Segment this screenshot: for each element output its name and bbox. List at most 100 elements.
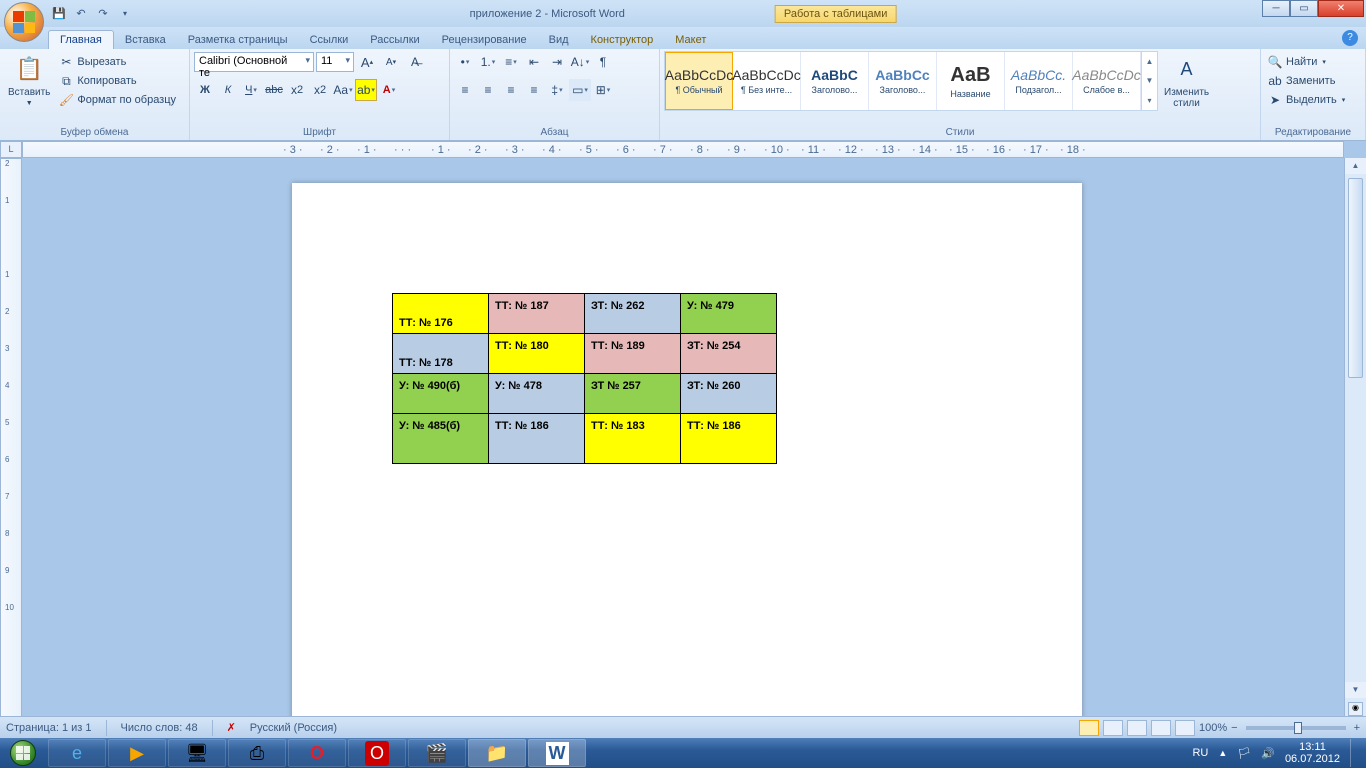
find-button[interactable]: 🔍Найти▾ — [1265, 53, 1347, 71]
zoom-level[interactable]: 100% — [1199, 722, 1227, 734]
table-cell[interactable]: ЗТ: № 260 — [681, 374, 777, 414]
copy-button[interactable]: ⧉Копировать — [56, 72, 178, 90]
table-cell[interactable]: ЗТ: № 262 — [585, 294, 681, 334]
taskbar-hp[interactable]: ⎙ — [228, 739, 286, 767]
view-web[interactable] — [1127, 720, 1147, 736]
view-draft[interactable] — [1175, 720, 1195, 736]
select-button[interactable]: ➤Выделить▾ — [1265, 91, 1347, 109]
zoom-knob[interactable] — [1294, 722, 1302, 734]
line-spacing-button[interactable]: ‡ — [546, 79, 568, 101]
taskbar-ie[interactable]: e — [48, 739, 106, 767]
undo-icon[interactable]: ↶ — [72, 5, 90, 23]
help-button[interactable]: ? — [1342, 30, 1358, 46]
scroll-thumb[interactable] — [1348, 178, 1363, 378]
strike-button[interactable]: abc — [263, 79, 285, 101]
table-cell[interactable]: У: № 490(б) — [393, 374, 489, 414]
show-marks-button[interactable]: ¶ — [592, 51, 614, 73]
justify-button[interactable]: ≡ — [523, 79, 545, 101]
status-words[interactable]: Число слов: 48 — [121, 722, 198, 734]
status-page[interactable]: Страница: 1 из 1 — [6, 722, 92, 734]
save-icon[interactable]: 💾 — [50, 5, 68, 23]
change-styles-button[interactable]: A Изменить стили — [1160, 51, 1213, 111]
vertical-ruler[interactable]: 2112345678910 — [0, 158, 22, 746]
taskbar-opera[interactable]: O — [288, 739, 346, 767]
table-cell[interactable]: ТТ: № 178 — [393, 334, 489, 374]
outdent-button[interactable]: ⇤ — [523, 51, 545, 73]
tab-references[interactable]: Ссылки — [299, 31, 360, 49]
underline-button[interactable]: Ч — [240, 79, 262, 101]
italic-button[interactable]: К — [217, 79, 239, 101]
change-case-button[interactable]: Aa — [332, 79, 354, 101]
table-cell[interactable]: ТТ: № 186 — [681, 414, 777, 464]
numbering-button[interactable]: 1. — [477, 51, 499, 73]
document-area[interactable]: ТТ: № 176 ТТ: № 187 ЗТ: № 262 У: № 479 Т… — [22, 158, 1344, 746]
taskbar-app2[interactable]: 🎬 — [408, 739, 466, 767]
cut-button[interactable]: ✂Вырезать — [56, 53, 178, 71]
font-color-button[interactable]: A — [378, 79, 400, 101]
start-button[interactable] — [0, 738, 46, 768]
scroll-up-button[interactable]: ▲ — [1345, 158, 1366, 174]
style-heading2[interactable]: AaBbCcЗаголово... — [869, 52, 937, 110]
proofing-icon[interactable]: ✗ — [227, 721, 236, 734]
tab-page-layout[interactable]: Разметка страницы — [177, 31, 299, 49]
tab-insert[interactable]: Вставка — [114, 31, 177, 49]
superscript-button[interactable]: x2 — [309, 79, 331, 101]
font-name-combo[interactable]: Calibri (Основной те — [194, 52, 314, 72]
tab-table-design[interactable]: Конструктор — [580, 31, 665, 49]
table-cell[interactable]: ТТ: № 180 — [489, 334, 585, 374]
zoom-slider[interactable] — [1246, 726, 1346, 730]
styles-gallery-more[interactable]: ▲▼▾ — [1141, 52, 1157, 110]
shrink-font-button[interactable]: A▾ — [380, 51, 402, 73]
tray-chevron-icon[interactable]: ▲ — [1218, 748, 1227, 758]
taskbar-media[interactable]: ▶ — [108, 739, 166, 767]
borders-button[interactable]: ⊞ — [592, 79, 614, 101]
tray-clock[interactable]: 13:11 06.07.2012 — [1285, 741, 1340, 765]
vertical-scrollbar[interactable]: ▲ ▼ ◉ ▲ ▼ — [1344, 158, 1366, 746]
view-full-screen[interactable] — [1103, 720, 1123, 736]
table-cell[interactable]: У: № 479 — [681, 294, 777, 334]
view-print-layout[interactable] — [1079, 720, 1099, 736]
style-subtle[interactable]: AaBbCcDcСлабое в... — [1073, 52, 1141, 110]
tab-mailings[interactable]: Рассылки — [359, 31, 430, 49]
tab-home[interactable]: Главная — [48, 30, 114, 49]
minimize-button[interactable]: ─ — [1262, 0, 1290, 17]
bold-button[interactable]: Ж — [194, 79, 216, 101]
subscript-button[interactable]: x2 — [286, 79, 308, 101]
sort-button[interactable]: A↓ — [569, 51, 591, 73]
table-cell[interactable]: ТТ: № 183 — [585, 414, 681, 464]
tray-volume-icon[interactable]: 🔊 — [1261, 747, 1275, 760]
table-cell[interactable]: ЗТ № 257 — [585, 374, 681, 414]
replace-button[interactable]: abЗаменить — [1265, 72, 1347, 90]
taskbar-explorer[interactable]: 📁 — [468, 739, 526, 767]
view-outline[interactable] — [1151, 720, 1171, 736]
font-size-combo[interactable]: 11 — [316, 52, 354, 72]
highlight-button[interactable]: ab — [355, 79, 377, 101]
table-cell[interactable]: У: № 478 — [489, 374, 585, 414]
taskbar-word[interactable]: W — [528, 739, 586, 767]
table-cell[interactable]: ТТ: № 186 — [489, 414, 585, 464]
scroll-down-button[interactable]: ▼ — [1345, 682, 1366, 698]
ruler-toggle[interactable]: L — [0, 141, 22, 158]
close-button[interactable]: ✕ — [1318, 0, 1364, 17]
paste-button[interactable]: 📋 Вставить ▼ — [4, 51, 54, 110]
align-center-button[interactable]: ≡ — [477, 79, 499, 101]
align-left-button[interactable]: ≡ — [454, 79, 476, 101]
table-cell[interactable]: ТТ: № 176 — [393, 294, 489, 334]
style-heading1[interactable]: AaBbCЗаголово... — [801, 52, 869, 110]
bullets-button[interactable]: • — [454, 51, 476, 73]
maximize-button[interactable]: ▭ — [1290, 0, 1318, 17]
table-cell[interactable]: У: № 485(б) — [393, 414, 489, 464]
tab-review[interactable]: Рецензирование — [431, 31, 538, 49]
qat-more-icon[interactable]: ▾ — [116, 5, 134, 23]
taskbar-opera2[interactable]: O — [348, 739, 406, 767]
horizontal-ruler[interactable]: · 3 ·· 2 ·· 1 ·· · ·· 1 ·· 2 ·· 3 ·· 4 ·… — [22, 141, 1344, 158]
tab-table-layout[interactable]: Макет — [664, 31, 717, 49]
multilevel-button[interactable]: ≡ — [500, 51, 522, 73]
style-normal[interactable]: AaBbCcDc¶ Обычный — [665, 52, 733, 110]
tab-view[interactable]: Вид — [538, 31, 580, 49]
style-subtitle[interactable]: AaBbCc.Подзагол... — [1005, 52, 1073, 110]
align-right-button[interactable]: ≡ — [500, 79, 522, 101]
clear-format-button[interactable]: A̶ — [404, 51, 426, 73]
document-table[interactable]: ТТ: № 176 ТТ: № 187 ЗТ: № 262 У: № 479 Т… — [392, 293, 777, 464]
tray-flag-icon[interactable]: 🏳 — [1237, 747, 1251, 760]
